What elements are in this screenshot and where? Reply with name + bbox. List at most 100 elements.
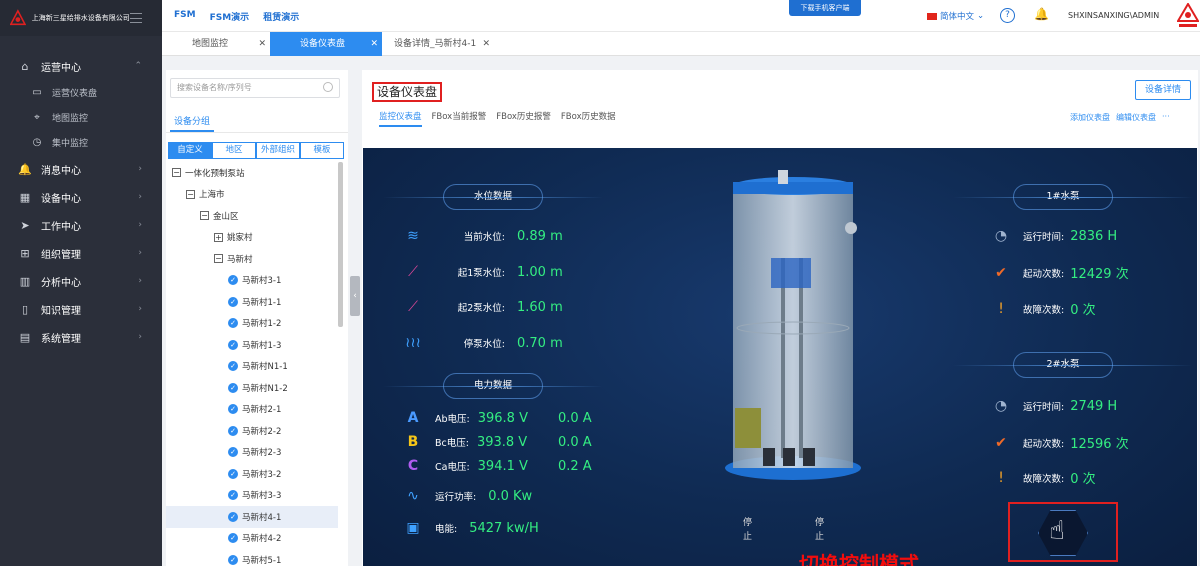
- tree-node[interactable]: ✓ 马新村2-3: [166, 442, 338, 464]
- sidebar-item[interactable]: ▤ 系统管理 ›: [0, 323, 162, 351]
- tab-map-monitor[interactable]: 地图监控 ✕: [162, 32, 270, 56]
- notification-bell-icon[interactable]: 🔔: [1034, 7, 1049, 21]
- tab-label: 地图监控: [192, 39, 229, 49]
- tree-node-label: 马新村3-3: [242, 491, 282, 502]
- monitor-icon: ▭: [32, 87, 42, 98]
- tree-node[interactable]: ✓ 马新村3-3: [166, 485, 338, 507]
- tree-node[interactable]: ✓ 马新村1-1: [166, 291, 338, 313]
- subtab[interactable]: FBox历史数据: [561, 110, 616, 127]
- group-title[interactable]: 设备分组: [174, 114, 210, 127]
- chevron-right-icon: ›: [138, 276, 142, 286]
- trend-up-icon: ⟋: [408, 264, 418, 280]
- tree-node[interactable]: ✓ 马新村4-2: [166, 528, 338, 550]
- tree-node[interactable]: ✓ 马新村1-2: [166, 313, 338, 335]
- tree-node[interactable]: + 姚家村: [166, 227, 338, 249]
- user-name[interactable]: SHXINSANXING\ADMIN: [1068, 11, 1159, 20]
- tree-scrollbar[interactable]: [338, 162, 343, 327]
- check-circle-icon: ✓: [228, 425, 238, 436]
- top-menu-item[interactable]: FSM: [174, 10, 196, 23]
- collapse-icon[interactable]: −: [200, 211, 209, 221]
- check-icon: ✔: [995, 264, 1007, 281]
- tree-node[interactable]: ✓ 马新村2-2: [166, 420, 338, 442]
- tree-node-label: 上海市: [199, 190, 225, 201]
- check-circle-icon: ✓: [228, 511, 238, 522]
- chevron-right-icon: ›: [138, 192, 142, 202]
- download-app-button[interactable]: 下载手机客户端: [789, 0, 861, 16]
- device-search-input[interactable]: 搜索设备名称/序列号: [170, 78, 340, 98]
- tree-node[interactable]: − 一体化预制泵站: [166, 162, 338, 184]
- sidebar-item[interactable]: ➤ 工作中心 ›: [0, 211, 162, 239]
- action-link[interactable]: 编辑仪表盘: [1116, 112, 1156, 123]
- top-menu-item[interactable]: 租赁演示: [263, 10, 299, 23]
- filter-button[interactable]: 模板: [300, 142, 344, 159]
- action-link[interactable]: ···: [1162, 112, 1170, 123]
- tree-node[interactable]: ✓ 马新村N1-1: [166, 356, 338, 378]
- device-detail-button[interactable]: 设备详情: [1135, 80, 1191, 100]
- sidebar-item[interactable]: ▦ 设备中心 ›: [0, 183, 162, 211]
- tree-node[interactable]: ✓ 马新村3-1: [166, 270, 338, 292]
- map-pin-icon: ⌖: [34, 112, 40, 123]
- filter-button[interactable]: 自定义: [168, 142, 212, 159]
- subtab[interactable]: FBox历史报警: [496, 110, 551, 127]
- close-icon[interactable]: ✕: [482, 32, 490, 56]
- subtab[interactable]: 监控仪表盘: [379, 110, 422, 127]
- pump1-row: ✔ 起动次数: 12429 次: [991, 263, 1129, 283]
- sidebar-item[interactable]: ◷ 集中监控: [0, 130, 162, 155]
- top-menu-item[interactable]: FSM演示: [210, 10, 250, 23]
- sidebar-item[interactable]: ⌖ 地图监控: [0, 105, 162, 130]
- sidebar-item[interactable]: ▭ 运营仪表盘: [0, 80, 162, 105]
- close-icon[interactable]: ✕: [370, 32, 378, 56]
- tab-label: 设备详情_马新村4-1: [394, 39, 477, 49]
- pump2-row-value: 12596 次: [1070, 437, 1129, 452]
- tree-node-label: 马新村2-2: [242, 426, 282, 437]
- sidebar-item[interactable]: ⊞ 组织管理 ›: [0, 239, 162, 267]
- tree-node[interactable]: − 马新村: [166, 248, 338, 270]
- run-power-label: 运行功率:: [435, 492, 477, 503]
- water-row: ⟋ 起1泵水位: 1.00 m: [403, 264, 563, 280]
- tree-node[interactable]: ✓ 马新村3-2: [166, 463, 338, 485]
- check-circle-icon: ✓: [228, 318, 238, 329]
- collapse-panel-button[interactable]: ‹: [350, 276, 360, 316]
- water-row-label: 起2泵水位:: [457, 303, 505, 314]
- tree-node[interactable]: − 金山区: [166, 205, 338, 227]
- collapse-icon[interactable]: −: [172, 168, 181, 178]
- tree-node[interactable]: ✓ 马新村5-1: [166, 549, 338, 566]
- sidebar-item-label: 消息中心: [41, 165, 81, 177]
- language-selector[interactable]: 简体中文 ⌄: [927, 10, 984, 22]
- sidebar-item[interactable]: ⌂ 运营中心 ⌃: [0, 52, 162, 80]
- tree-node[interactable]: − 上海市: [166, 184, 338, 206]
- expand-icon[interactable]: +: [214, 232, 223, 242]
- sidebar-item[interactable]: ▯ 知识管理 ›: [0, 295, 162, 323]
- pump1-row-label: 起动次数:: [1023, 268, 1065, 280]
- tree-node[interactable]: ✓ 马新村1-3: [166, 334, 338, 356]
- action-link[interactable]: 添加仪表盘: [1070, 112, 1110, 123]
- collapse-icon[interactable]: −: [214, 254, 223, 264]
- group-title-underline: [170, 130, 214, 132]
- menu-toggle-icon[interactable]: [129, 13, 143, 23]
- tree-node[interactable]: ✓ 马新村N1-2: [166, 377, 338, 399]
- close-icon[interactable]: ✕: [258, 32, 266, 56]
- tree-node[interactable]: ✓ 马新村2-1: [166, 399, 338, 421]
- chevron-down-icon: ⌄: [977, 11, 985, 21]
- water-row-value: 1.00 m: [517, 264, 563, 280]
- tree-node[interactable]: ✓ 马新村4-1: [166, 506, 338, 528]
- filter-button[interactable]: 外部组织: [256, 142, 300, 159]
- collapse-icon[interactable]: −: [186, 189, 195, 199]
- tab-device-detail[interactable]: 设备详情_马新村4-1 ✕: [384, 32, 494, 56]
- power-row-current: 0.2 A: [558, 458, 592, 474]
- tree-node-label: 金山区: [213, 211, 239, 222]
- tab-device-dashboard[interactable]: 设备仪表盘 ✕: [270, 32, 382, 56]
- page-title: 设备仪表盘: [372, 82, 443, 102]
- search-icon[interactable]: [323, 82, 333, 92]
- device-dashboard-canvas: 水位数据 电力数据 1#水泵 2#水泵 ≋当前水位:0.89 m⟋起1泵水位:1…: [363, 148, 1197, 566]
- check-circle-icon: ✓: [228, 533, 238, 544]
- pump2-row-value: 0 次: [1070, 472, 1096, 487]
- sidebar-item[interactable]: 🔔 消息中心 ›: [0, 155, 162, 183]
- chevron-up-icon: ⌃: [134, 61, 142, 71]
- help-icon[interactable]: ?: [1000, 8, 1015, 23]
- hand-pointer-icon[interactable]: ☝: [1049, 516, 1065, 546]
- filter-button[interactable]: 地区: [212, 142, 256, 159]
- subtab[interactable]: FBox当前报警: [432, 110, 487, 127]
- pump-station-illustration: [725, 170, 861, 480]
- sidebar-item[interactable]: ▥ 分析中心 ›: [0, 267, 162, 295]
